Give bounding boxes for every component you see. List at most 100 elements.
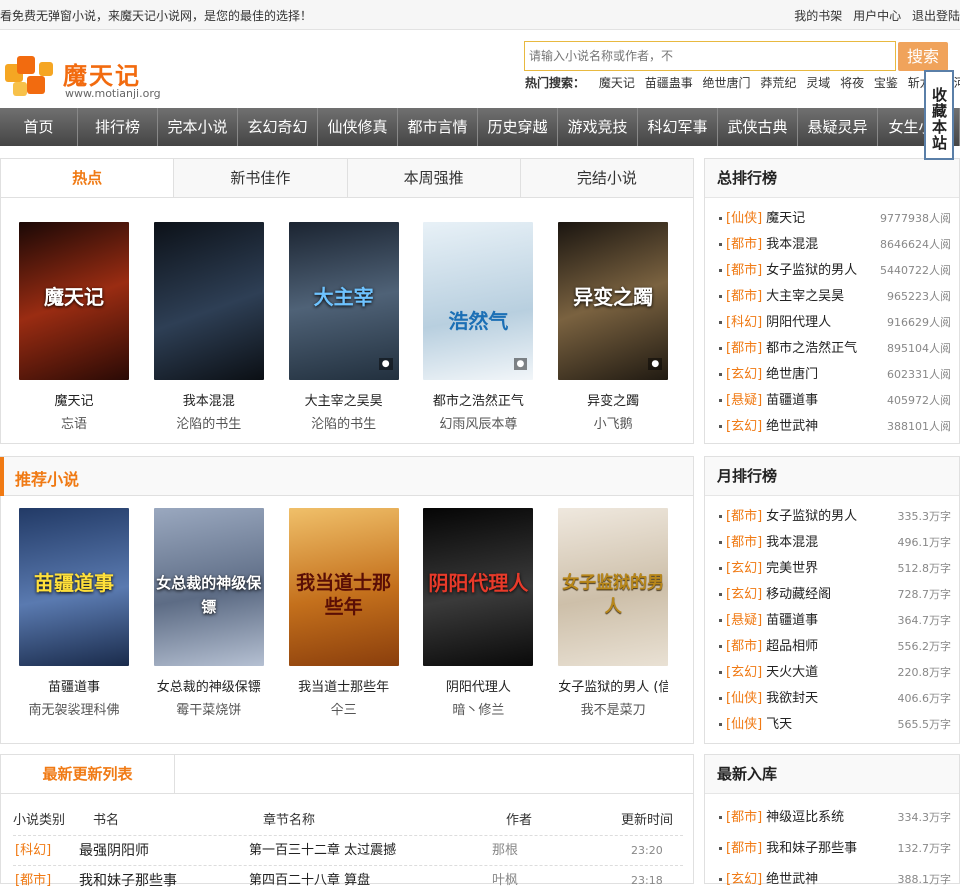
hot-search-item[interactable]: 莽荒纪: [760, 76, 796, 90]
row-name[interactable]: 最强阴阳师: [79, 836, 149, 866]
rank-item[interactable]: [悬疑] 苗疆道事 405972人阅: [719, 388, 951, 414]
hot-search-item[interactable]: 苗疆蛊事: [645, 76, 693, 90]
book-card[interactable]: 异变之躅 ● 异变之躅 小飞鹅: [558, 222, 693, 432]
nav-suspense[interactable]: 悬疑灵异: [798, 108, 878, 146]
book-cover[interactable]: 异变之躅 ●: [558, 222, 669, 380]
rank-category[interactable]: [都市]: [726, 263, 762, 278]
book-cover[interactable]: 浩然气 ●: [423, 222, 534, 380]
rank-item[interactable]: [都市] 都市之浩然正气 895104人阅: [719, 336, 951, 362]
user-center-link[interactable]: 用户中心: [853, 9, 901, 23]
book-title[interactable]: 苗疆道事: [19, 676, 129, 695]
rank-name[interactable]: 超品相师: [766, 639, 818, 654]
rank-category[interactable]: [都市]: [726, 341, 762, 356]
rank-category[interactable]: [都市]: [726, 810, 762, 825]
rank-name[interactable]: 都市之浩然正气: [766, 341, 857, 356]
hot-search-item[interactable]: 魔天记: [599, 76, 635, 90]
rank-item[interactable]: [玄幻] 绝世唐门 602331人阅: [719, 362, 951, 388]
rank-category[interactable]: [科幻]: [726, 315, 762, 330]
rank-item[interactable]: [仙侠] 飞天 565.5万字: [719, 712, 951, 738]
rank-item[interactable]: [玄幻] 完美世界 512.8万字: [719, 556, 951, 582]
rank-item[interactable]: [悬疑] 苗疆道事 364.7万字: [719, 608, 951, 634]
rank-name[interactable]: 魔天记: [766, 211, 805, 226]
rank-category[interactable]: [玄幻]: [726, 872, 762, 887]
row-chapter[interactable]: 第四百二十八章 算盘: [249, 866, 370, 896]
tab-finished[interactable]: 完结小说: [520, 159, 693, 197]
book-card[interactable]: 魔天记 魔天记 忘语: [19, 222, 154, 432]
search-input[interactable]: [524, 41, 896, 71]
rank-name[interactable]: 我和妹子那些事: [766, 841, 857, 856]
book-card[interactable]: 我本混混 沦陷的书生: [153, 222, 289, 432]
book-title[interactable]: 异变之躅: [558, 390, 668, 409]
nav-history[interactable]: 历史穿越: [478, 108, 558, 146]
rank-item[interactable]: [都市] 超品相师 556.2万字: [719, 634, 951, 660]
rank-name[interactable]: 我本混混: [766, 237, 818, 252]
rank-name[interactable]: 阴阳代理人: [766, 315, 831, 330]
rank-category[interactable]: [都市]: [726, 639, 762, 654]
rank-name[interactable]: 飞天: [766, 717, 792, 732]
book-title[interactable]: 都市之浩然正气: [423, 390, 533, 409]
nav-rank[interactable]: 排行榜: [78, 108, 158, 146]
rank-item[interactable]: [仙侠] 魔天记 9777938人阅: [719, 206, 951, 232]
rank-name[interactable]: 苗疆道事: [766, 613, 818, 628]
row-category[interactable]: [都市]: [15, 866, 51, 896]
search-button[interactable]: 搜索: [898, 42, 948, 71]
rank-category[interactable]: [玄幻]: [726, 587, 762, 602]
nav-scifi[interactable]: 科幻军事: [638, 108, 718, 146]
rank-category[interactable]: [都市]: [726, 509, 762, 524]
row-category[interactable]: [科幻]: [15, 836, 51, 866]
hot-search-item[interactable]: 将夜: [840, 76, 864, 90]
rank-item[interactable]: [玄幻] 移动藏经阁 728.7万字: [719, 582, 951, 608]
rank-name[interactable]: 我欲封天: [766, 691, 818, 706]
hot-search-item[interactable]: 绝世唐门: [703, 76, 751, 90]
rank-item[interactable]: [都市] 大主宰之吴昊 965223人阅: [719, 284, 951, 310]
bookmark-site-button[interactable]: 收藏本站: [924, 70, 954, 160]
nav-home[interactable]: 首页: [0, 108, 78, 146]
rank-item[interactable]: [都市] 神级逗比系统 334.3万字: [719, 802, 951, 833]
rank-item[interactable]: [都市] 女子监狱的男人 5440722人阅: [719, 258, 951, 284]
my-bookshelf-link[interactable]: 我的书架: [794, 9, 842, 23]
rank-name[interactable]: 大主宰之吴昊: [766, 289, 844, 304]
rank-item[interactable]: [科幻] 阴阳代理人 916629人阅: [719, 310, 951, 336]
rank-category[interactable]: [都市]: [726, 841, 762, 856]
logout-link[interactable]: 退出登陆: [912, 9, 960, 23]
rank-name[interactable]: 女子监狱的男人: [766, 263, 857, 278]
book-title[interactable]: 阴阳代理人: [423, 676, 533, 695]
tab-new[interactable]: 新书佳作: [174, 159, 348, 197]
tab-latest[interactable]: 最新更新列表: [1, 755, 175, 793]
rank-category[interactable]: [玄幻]: [726, 419, 762, 434]
book-cover[interactable]: [153, 222, 264, 380]
book-card[interactable]: 女子监狱的男人 女子监狱的男人 (信 我不是菜刀: [558, 508, 693, 718]
hot-search-item[interactable]: 宝鉴: [874, 76, 898, 90]
book-card[interactable]: 女总裁的神级保镖 女总裁的神级保镖 霉干菜烧饼: [153, 508, 289, 718]
rank-category[interactable]: [都市]: [726, 237, 762, 252]
rank-category[interactable]: [都市]: [726, 289, 762, 304]
book-cover[interactable]: 阴阳代理人: [423, 508, 534, 666]
rank-category[interactable]: [悬疑]: [726, 393, 762, 408]
book-card[interactable]: 苗疆道事 苗疆道事 南无袈裟理科佛: [19, 508, 154, 718]
book-cover[interactable]: 大主宰 ●: [288, 222, 399, 380]
rank-category[interactable]: [玄幻]: [726, 665, 762, 680]
book-title[interactable]: 我当道士那些年: [289, 676, 399, 695]
rank-name[interactable]: 绝世武神: [766, 872, 818, 887]
rank-category[interactable]: [仙侠]: [726, 691, 762, 706]
tab-weekly[interactable]: 本周强推: [347, 159, 521, 197]
rank-name[interactable]: 完美世界: [766, 561, 818, 576]
rank-item[interactable]: [玄幻] 绝世武神 388.1万字: [719, 864, 951, 895]
hot-search-item[interactable]: 灵域: [806, 76, 830, 90]
rank-item[interactable]: [玄幻] 绝世武神 388101人阅: [719, 414, 951, 440]
rank-item[interactable]: [都市] 我和妹子那些事 132.7万字: [719, 833, 951, 864]
book-card[interactable]: 阴阳代理人 阴阳代理人 暗丶修兰: [423, 508, 558, 718]
rank-item[interactable]: [都市] 我本混混 8646624人阅: [719, 232, 951, 258]
book-title[interactable]: 女总裁的神级保镖: [154, 676, 264, 695]
book-card[interactable]: 我当道士那些年 我当道士那些年 仐三: [288, 508, 424, 718]
rank-item[interactable]: [都市] 我本混混 496.1万字: [719, 530, 951, 556]
nav-urban[interactable]: 都市言情: [398, 108, 478, 146]
rank-name[interactable]: 我本混混: [766, 535, 818, 550]
book-cover[interactable]: 女总裁的神级保镖: [153, 508, 264, 666]
rank-category[interactable]: [玄幻]: [726, 561, 762, 576]
row-chapter[interactable]: 第一百三十二章 太过震撼: [249, 836, 396, 866]
book-cover[interactable]: 苗疆道事: [19, 508, 129, 666]
book-title[interactable]: 魔天记: [19, 390, 129, 409]
rank-item[interactable]: [都市] 女子监狱的男人 335.3万字: [719, 504, 951, 530]
rank-category[interactable]: [悬疑]: [726, 613, 762, 628]
